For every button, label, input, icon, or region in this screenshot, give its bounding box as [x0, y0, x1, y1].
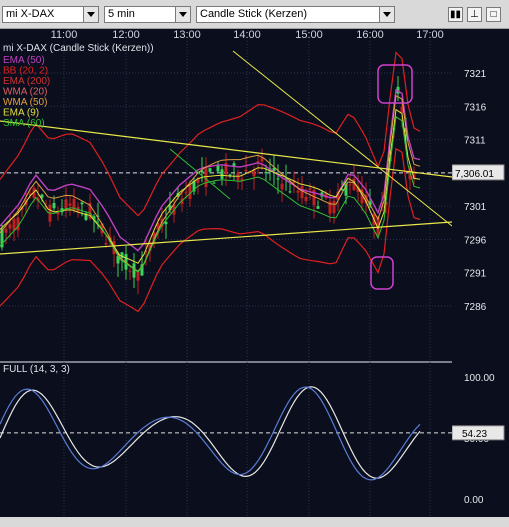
candle-body [212, 182, 216, 184]
candle-body [264, 172, 268, 174]
legend-item: WMA (50) [3, 97, 47, 108]
candle-body [276, 178, 280, 180]
chevron-down-icon[interactable] [83, 7, 98, 22]
candle-body [288, 191, 292, 193]
time-label: 11:00 [51, 29, 78, 41]
candle-body [252, 169, 256, 177]
symbol-dropdown[interactable]: mi X-DAX [2, 6, 99, 23]
chevron-down-icon[interactable] [175, 7, 190, 22]
candle-body [12, 219, 16, 231]
time-label: 16:00 [356, 29, 384, 41]
oscillator-title: FULL (14, 3, 3) [3, 364, 70, 375]
current-price-label: 7,306.01 [455, 169, 494, 180]
price-label: 7296 [464, 235, 487, 246]
price-label: 7301 [464, 202, 487, 213]
price-label: 7321 [464, 69, 487, 80]
oscillator-value-label: 54.23 [462, 429, 487, 440]
time-label: 15:00 [295, 29, 323, 41]
status-bar [0, 517, 509, 527]
candle-body [316, 206, 320, 209]
candle-body [220, 169, 224, 179]
legend-item: SMA (60) [3, 118, 45, 129]
price-axis-svg: 7321 7316 7311 7301 7296 7291 7286 7,306.01 100.… [451, 69, 505, 506]
oscillator-label: 0.00 [464, 495, 484, 506]
candle-body [68, 203, 72, 206]
candle-body [128, 270, 132, 272]
candle-body [184, 192, 188, 194]
candle-body [332, 200, 336, 214]
legend-title: mi X-DAX (Candle Stick (Kerzen)) [3, 43, 154, 54]
candle-body [188, 184, 192, 199]
chart-type-value: Candle Stick (Kerzen) [200, 8, 307, 20]
legend-item: EMA (9) [3, 108, 39, 119]
candle-body [8, 224, 12, 229]
price-axis: 7321 7316 7311 7301 7296 7291 7286 7,306.01 100.… [451, 29, 509, 517]
time-label: 17:00 [416, 29, 444, 41]
interval-dropdown[interactable]: 5 min [104, 6, 191, 23]
candle-body [308, 188, 312, 190]
chevron-down-icon[interactable] [379, 7, 394, 22]
candle-body [208, 168, 212, 172]
legend-item: EMA (200) [3, 76, 50, 87]
candle-body [80, 202, 84, 205]
oscillator-label: 100.00 [464, 373, 495, 384]
pin-icon[interactable]: ⊥ [467, 7, 482, 22]
time-label: 13:00 [173, 29, 201, 41]
candle-body [136, 271, 140, 281]
price-label: 7316 [464, 102, 487, 113]
maximize-icon[interactable]: □ [486, 7, 501, 22]
candle-body [280, 183, 284, 190]
toolbar: mi X-DAX 5 min Candle Stick (Kerzen) ▮▮ … [0, 0, 509, 29]
legend-item: BB (20, 2) [3, 66, 48, 77]
symbol-value: mi X-DAX [6, 8, 55, 20]
candle-body [132, 263, 136, 278]
legend-item: EMA (50) [3, 55, 45, 66]
candle-body [4, 228, 8, 233]
interval-value: 5 min [108, 8, 135, 20]
chart-type-dropdown[interactable]: Candle Stick (Kerzen) [196, 6, 395, 23]
price-label: 7291 [464, 269, 487, 280]
price-chart[interactable]: 11:00 12:00 13:00 14:00 15:00 16:00 17:00 mi X-… [0, 29, 453, 517]
time-label: 14:00 [233, 29, 261, 41]
candle-body [260, 158, 264, 162]
candle-body [104, 243, 108, 245]
bar-chart-icon[interactable]: ▮▮ [448, 7, 463, 22]
candle-body [244, 169, 248, 172]
time-label: 12:00 [112, 29, 140, 41]
price-label: 7286 [464, 302, 487, 313]
candle-body [304, 196, 308, 202]
price-label: 7311 [464, 136, 486, 147]
candle-body [228, 174, 232, 176]
candle-body [348, 184, 352, 186]
candle-body [296, 190, 300, 193]
legend-item: WMA (20) [3, 87, 47, 98]
chart-area[interactable]: 11:00 12:00 13:00 14:00 15:00 16:00 17:00 mi X-… [0, 29, 453, 517]
candle-body [52, 202, 56, 209]
candle-body [64, 199, 68, 209]
candle-body [300, 186, 304, 199]
